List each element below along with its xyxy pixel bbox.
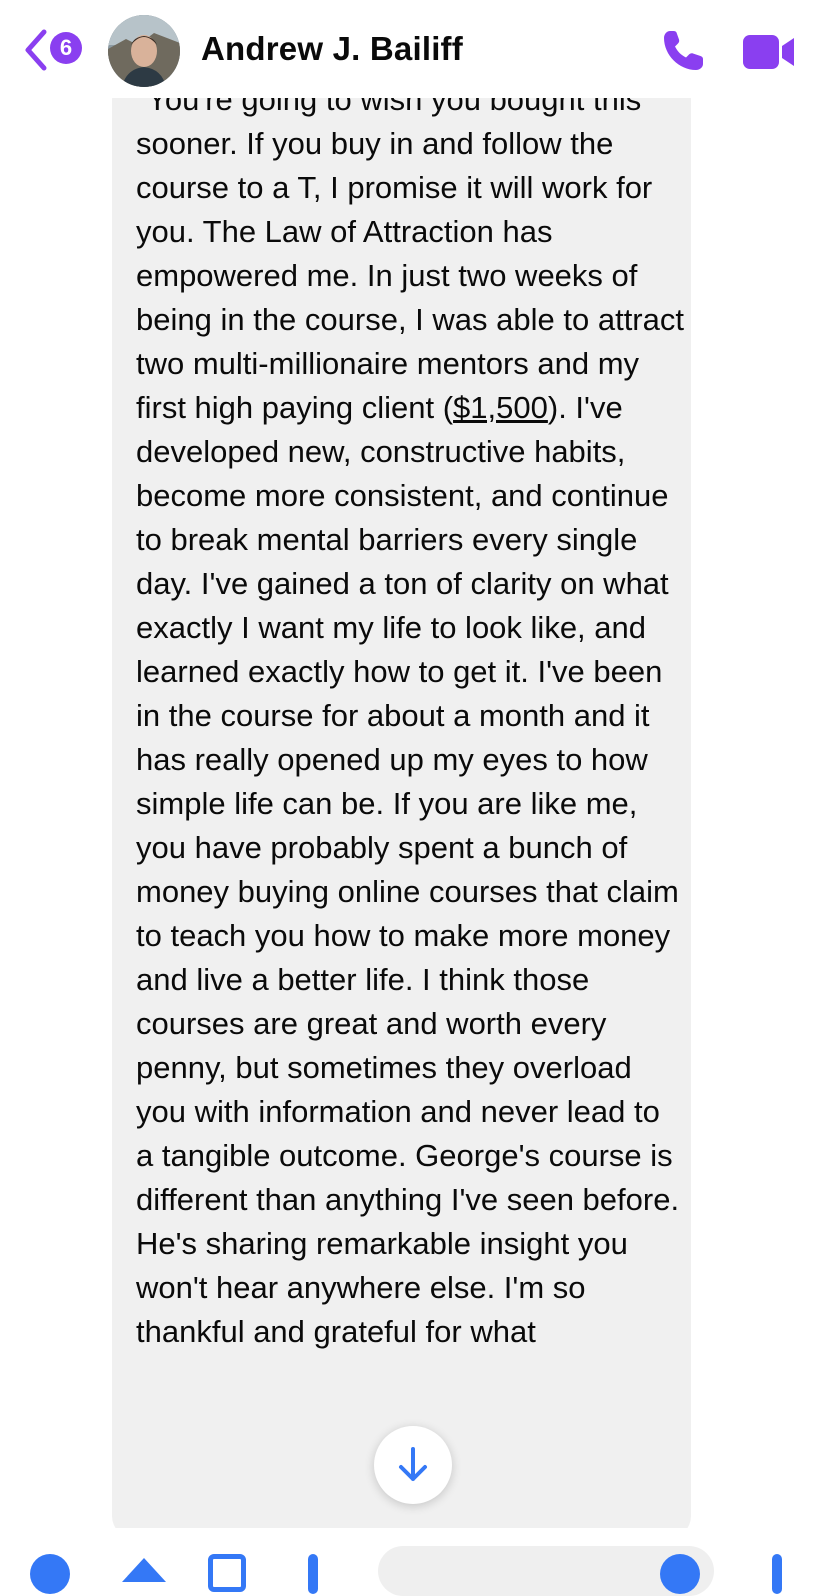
message-thread[interactable]: "You're going to wish you bought this so… — [0, 98, 814, 1528]
message-text-part: "You're going to wish you bought this so… — [136, 98, 684, 425]
message-text-part: ). I've developed new, constructive habi… — [136, 390, 680, 1349]
message-bubble[interactable]: "You're going to wish you bought this so… — [112, 98, 691, 1528]
emoji-icon[interactable] — [660, 1554, 700, 1594]
composer-bar — [0, 1528, 814, 1596]
chat-header: 6 Andrew J. Bailiff — [0, 0, 814, 98]
arrow-down-icon — [399, 1447, 427, 1481]
back-button[interactable]: 6 — [22, 28, 88, 72]
gallery-icon[interactable] — [208, 1554, 246, 1592]
message-text: "You're going to wish you bought this so… — [136, 98, 684, 1354]
video-camera-icon — [743, 35, 794, 69]
video-call-button[interactable] — [741, 32, 797, 72]
contact-name[interactable]: Andrew J. Bailiff — [201, 30, 463, 68]
call-button[interactable] — [660, 28, 706, 74]
like-icon[interactable] — [772, 1554, 782, 1594]
more-actions-icon[interactable] — [30, 1554, 70, 1594]
unread-count-badge: 6 — [50, 32, 82, 64]
chevron-left-icon — [25, 29, 47, 71]
microphone-icon[interactable] — [308, 1554, 318, 1594]
avatar[interactable] — [108, 15, 180, 87]
scroll-to-bottom-button[interactable] — [374, 1426, 452, 1504]
message-link[interactable]: $1,500 — [453, 390, 548, 425]
phone-icon — [664, 31, 703, 70]
camera-icon[interactable] — [122, 1558, 166, 1582]
